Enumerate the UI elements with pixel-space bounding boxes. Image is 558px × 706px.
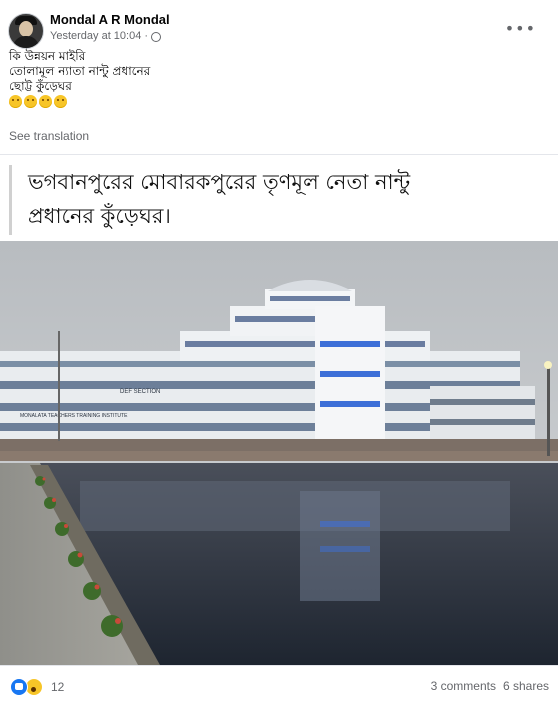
more-options-icon[interactable]: •••	[505, 19, 536, 38]
caption-line: ভগবানপুরের মোবারকপুরের তৃণমূল নেতা নান্ট…	[28, 170, 411, 194]
post-stats: 3 comments 6 shares	[431, 679, 549, 693]
post-photo[interactable]: DEF SECTION MONALATA TEACHERS TRAINING I…	[0, 241, 558, 665]
post-text-line: তোলামূল ন্যাতা নান্টু প্রধানের	[9, 64, 151, 78]
post-text: কি উন্নয়ন মাইরি তোলামূল ন্যাতা নান্টু প…	[9, 49, 150, 108]
emoji-row	[9, 95, 150, 108]
grinning-emoji-icon	[54, 95, 67, 108]
grinning-emoji-icon	[39, 95, 52, 108]
building-photo: DEF SECTION MONALATA TEACHERS TRAINING I…	[0, 241, 558, 665]
image-caption: ভগবানপুরের মোবারকপুরের তৃণমূল নেতা নান্ট…	[0, 154, 558, 242]
reaction-count: 12	[51, 680, 65, 694]
post-footer: 12 3 comments 6 shares	[0, 665, 558, 706]
author-name[interactable]: Mondal A R Mondal	[50, 12, 170, 27]
comments-count-link[interactable]: 3 comments	[431, 679, 496, 693]
globe-icon	[151, 32, 162, 42]
post-text-line: ছোট্ট কুঁড়েঘর	[9, 79, 72, 93]
shares-count-link[interactable]: 6 shares	[503, 679, 549, 693]
caption-line: প্রধানের কুঁড়েঘর।	[28, 204, 171, 228]
see-translation-link[interactable]: See translation	[9, 129, 89, 143]
meta-separator: ·	[144, 30, 149, 42]
post-text-line: কি উন্নয়ন মাইরি	[9, 49, 86, 63]
building-sign-text: DEF SECTION	[120, 389, 160, 395]
like-icon	[10, 678, 28, 696]
caption-text: ভগবানপুরের মোবারকপুরের তৃণমূল নেতা নান্ট…	[28, 165, 528, 233]
facebook-post: Mondal A R Mondal Yesterday at 10:04 · •…	[0, 0, 558, 705]
avatar[interactable]	[8, 13, 44, 49]
building-sign-text: MONALATA TEACHERS TRAINING INSTITUTE	[20, 413, 128, 419]
caption-quote-bar	[9, 165, 12, 235]
reactions-summary[interactable]: 12	[10, 678, 64, 696]
post-meta: Yesterday at 10:04 ·	[50, 30, 162, 42]
grinning-emoji-icon	[24, 95, 37, 108]
post-timestamp[interactable]: Yesterday at 10:04	[50, 30, 141, 42]
post-header: Mondal A R Mondal Yesterday at 10:04 · •…	[8, 9, 548, 49]
grinning-emoji-icon	[9, 95, 22, 108]
